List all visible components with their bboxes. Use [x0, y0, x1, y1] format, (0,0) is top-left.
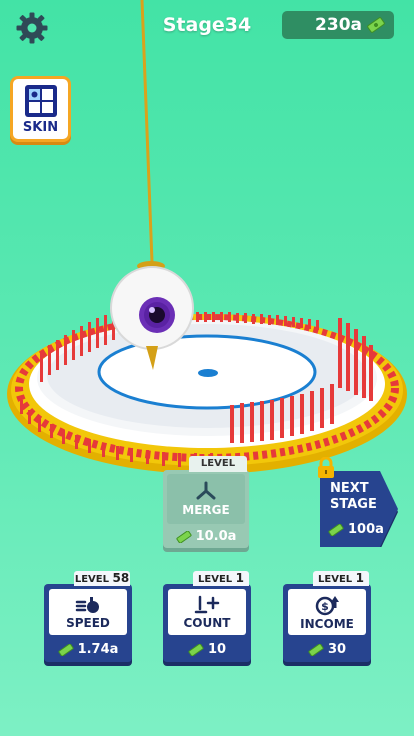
money-amount: 230a	[315, 15, 362, 35]
merge-button[interactable]: LEVEL 201 MERGE 10.0a	[163, 456, 249, 548]
target-center	[198, 369, 218, 377]
count-price: 10	[163, 642, 251, 657]
speed-price: 1.74a	[44, 642, 132, 657]
skin-label: SKIN	[22, 120, 59, 135]
income-icon: $	[315, 595, 339, 615]
speed-label: SPEED	[66, 615, 110, 630]
gear-icon	[16, 12, 48, 44]
income-level-tag: LEVEL 1	[313, 571, 369, 586]
cash-icon	[188, 643, 204, 656]
speed-icon	[75, 596, 99, 613]
merge-label: MERGE	[182, 503, 230, 517]
money-counter: 230a	[282, 11, 394, 39]
skin-phone-icon	[24, 85, 57, 117]
income-upgrade-button[interactable]: LEVEL 1 $ INCOME 30	[283, 571, 371, 662]
game-scene	[7, 0, 407, 474]
svg-text:$: $	[321, 600, 329, 613]
next-stage-line2: STAGE	[330, 497, 377, 512]
count-label: COUNT	[183, 615, 231, 630]
next-stage-line1: NEXT	[330, 481, 369, 496]
cash-icon	[367, 17, 385, 33]
lock-icon	[318, 457, 334, 478]
count-upgrade-button[interactable]: LEVEL 1 COUNT 10	[163, 571, 251, 662]
skin-button[interactable]: SKIN	[10, 76, 71, 142]
cash-icon	[58, 643, 74, 656]
speed-level-tag: LEVEL 58	[74, 571, 130, 586]
next-stage-price: 100a	[328, 522, 384, 537]
cash-icon	[176, 530, 192, 543]
merge-icon	[196, 481, 216, 500]
merge-level-tag: LEVEL 201	[189, 456, 247, 487]
speed-upgrade-button[interactable]: LEVEL 58 SPEED 1.74a	[44, 571, 132, 662]
merge-price: 10.0a	[163, 529, 249, 544]
income-price: 30	[283, 642, 371, 657]
count-level-tag: LEVEL 1	[193, 571, 249, 586]
next-stage-button[interactable]: NEXT STAGE 100a	[318, 457, 398, 547]
income-label: INCOME	[300, 616, 354, 631]
rope	[140, 0, 154, 263]
count-icon	[194, 595, 220, 613]
cash-icon	[308, 643, 324, 656]
cash-icon	[328, 523, 344, 536]
settings-button[interactable]	[12, 8, 52, 48]
